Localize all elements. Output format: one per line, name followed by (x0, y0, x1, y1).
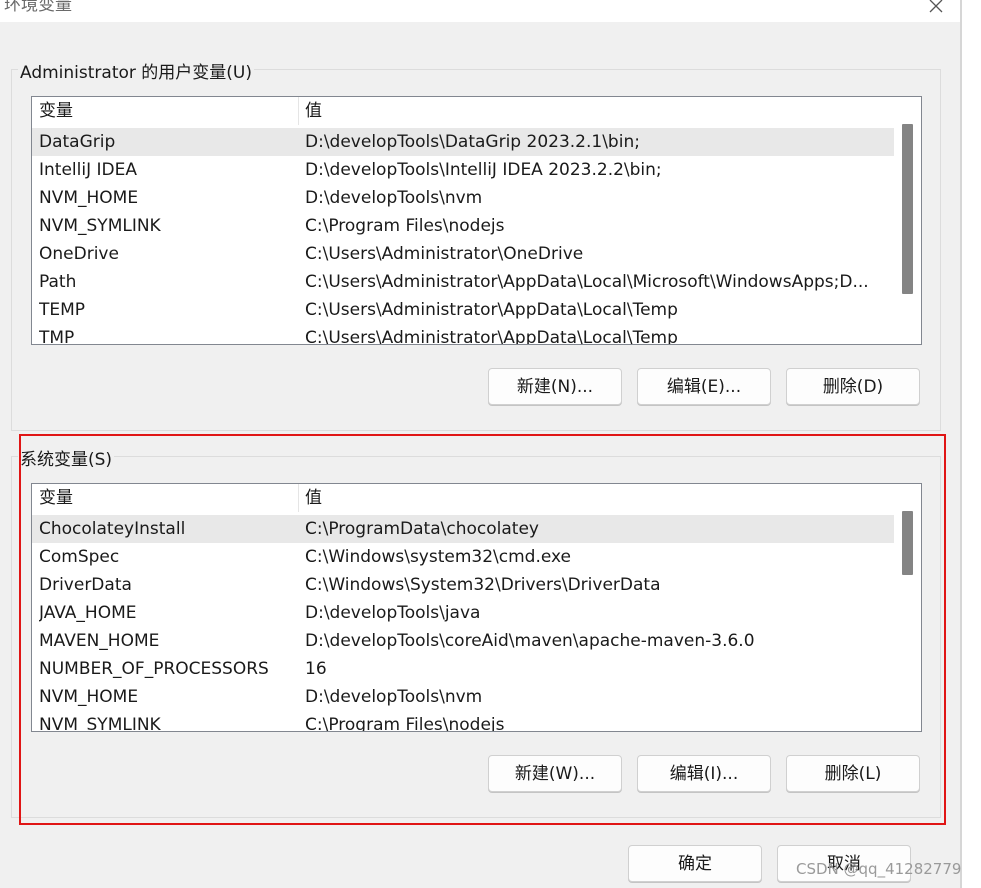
window-title: 环境变量 (4, 0, 72, 15)
variable-value: C:\ProgramData\chocolatey (305, 519, 539, 539)
variable-name: Path (39, 272, 77, 292)
list-header: 变量 值 (32, 484, 921, 512)
variable-value: C:\Windows\System32\Drivers\DriverData (305, 575, 661, 595)
variable-value: D:\developTools\DataGrip 2023.2.1\bin; (305, 132, 640, 152)
system-delete-button[interactable]: 删除(L) (786, 755, 920, 792)
vertical-scrollbar[interactable] (894, 97, 921, 344)
title-bar: 环境变量 (0, 0, 960, 22)
table-row[interactable]: NVM_SYMLINK C:\Program Files\nodejs (32, 212, 894, 240)
table-row[interactable]: MAVEN_HOME D:\developTools\coreAid\maven… (32, 627, 894, 655)
variable-value: D:\developTools\nvm (305, 188, 483, 208)
variable-name: MAVEN_HOME (39, 631, 160, 651)
table-row[interactable]: NVM_HOME D:\developTools\nvm (32, 683, 894, 711)
close-button[interactable] (914, 0, 960, 20)
variable-value: 16 (305, 659, 327, 679)
table-row[interactable]: ComSpec C:\Windows\system32\cmd.exe (32, 543, 894, 571)
variable-value: D:\developTools\nvm (305, 687, 483, 707)
table-row[interactable]: TMP C:\Users\Administrator\AppData\Local… (32, 324, 894, 345)
variable-value: D:\developTools\java (305, 603, 481, 623)
close-icon (929, 0, 943, 13)
column-header-variable[interactable]: 变量 (39, 97, 294, 125)
table-row[interactable]: NVM_HOME D:\developTools\nvm (32, 184, 894, 212)
variable-value: C:\Users\Administrator\AppData\Local\Tem… (305, 328, 678, 345)
table-row[interactable]: NUMBER_OF_PROCESSORS 16 (32, 655, 894, 683)
variable-name: NVM_HOME (39, 687, 139, 707)
variable-value: C:\Users\Administrator\AppData\Local\Tem… (305, 300, 678, 320)
variable-value: C:\Users\Administrator\OneDrive (305, 244, 584, 264)
table-row[interactable]: OneDrive C:\Users\Administrator\OneDrive (32, 240, 894, 268)
variable-name: NVM_HOME (39, 188, 139, 208)
window-edge (960, 0, 962, 888)
variable-name: NVM_SYMLINK (39, 216, 161, 236)
variable-name: ChocolateyInstall (39, 519, 186, 539)
column-divider[interactable] (298, 484, 299, 512)
variable-name: OneDrive (39, 244, 119, 264)
table-row[interactable]: DataGrip D:\developTools\DataGrip 2023.2… (32, 128, 894, 156)
variable-name: TEMP (39, 300, 86, 320)
user-edit-button[interactable]: 编辑(E)... (637, 368, 771, 405)
environment-variables-dialog: 环境变量 Administrator 的用户变量(U) 变量 值 DataGri… (0, 0, 960, 888)
variable-value: C:\Users\Administrator\AppData\Local\Mic… (305, 272, 869, 292)
list-header: 变量 值 (32, 97, 921, 125)
variable-name: IntelliJ IDEA (39, 160, 137, 180)
user-new-button[interactable]: 新建(N)... (488, 368, 622, 405)
watermark: CSDN @qq_41282779 (796, 860, 962, 878)
variable-name: DriverData (39, 575, 132, 595)
user-delete-button[interactable]: 删除(D) (786, 368, 920, 405)
table-row[interactable]: TEMP C:\Users\Administrator\AppData\Loca… (32, 296, 894, 324)
variable-name: DataGrip (39, 132, 116, 152)
variable-name: JAVA_HOME (39, 603, 137, 623)
user-variables-label: Administrator 的用户变量(U) (18, 58, 254, 83)
variable-name: NUMBER_OF_PROCESSORS (39, 659, 269, 679)
system-new-button[interactable]: 新建(W)... (488, 755, 622, 792)
ok-button[interactable]: 确定 (628, 845, 762, 882)
table-row[interactable]: IntelliJ IDEA D:\developTools\IntelliJ I… (32, 156, 894, 184)
table-row[interactable]: ChocolateyInstall C:\ProgramData\chocola… (32, 515, 894, 543)
user-variables-list[interactable]: 变量 值 DataGrip D:\developTools\DataGrip 2… (31, 96, 922, 345)
table-row[interactable]: NVM_SYMLINK C:\Program Files\nodejs (32, 711, 894, 732)
column-header-value[interactable]: 值 (305, 97, 890, 125)
vertical-scrollbar[interactable] (894, 484, 921, 731)
variable-name: TMP (39, 328, 75, 345)
system-variables-label: 系统变量(S) (18, 445, 115, 470)
table-row[interactable]: Path C:\Users\Administrator\AppData\Loca… (32, 268, 894, 296)
column-header-value[interactable]: 值 (305, 484, 890, 512)
system-edit-button[interactable]: 编辑(I)... (637, 755, 771, 792)
variable-value: D:\developTools\coreAid\maven\apache-mav… (305, 631, 755, 651)
variable-value: D:\developTools\IntelliJ IDEA 2023.2.2\b… (305, 160, 662, 180)
column-header-variable[interactable]: 变量 (39, 484, 294, 512)
scrollbar-thumb[interactable] (902, 124, 913, 294)
table-row[interactable]: JAVA_HOME D:\developTools\java (32, 599, 894, 627)
variable-value: C:\Program Files\nodejs (305, 715, 505, 732)
variable-value: C:\Windows\system32\cmd.exe (305, 547, 572, 567)
scrollbar-thumb[interactable] (902, 511, 913, 575)
variable-name: NVM_SYMLINK (39, 715, 161, 732)
variable-value: C:\Program Files\nodejs (305, 216, 505, 236)
variable-name: ComSpec (39, 547, 120, 567)
column-divider[interactable] (298, 97, 299, 125)
table-row[interactable]: DriverData C:\Windows\System32\Drivers\D… (32, 571, 894, 599)
system-variables-list[interactable]: 变量 值 ChocolateyInstall C:\ProgramData\ch… (31, 483, 922, 732)
